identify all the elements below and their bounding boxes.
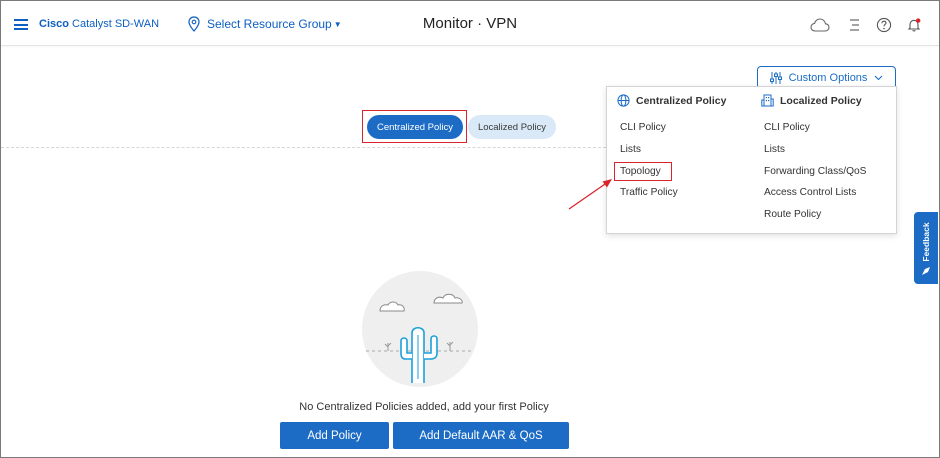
feedback-tab[interactable]: Feedback bbox=[914, 212, 938, 284]
menu-item-traffic-policy[interactable]: Traffic Policy bbox=[620, 187, 678, 198]
topology-highlight bbox=[614, 162, 672, 181]
annotation-arrow bbox=[568, 179, 612, 210]
help-icon[interactable] bbox=[874, 15, 894, 35]
add-policy-button[interactable]: Add Policy bbox=[280, 422, 389, 449]
list-icon[interactable] bbox=[844, 15, 864, 35]
globe-icon bbox=[617, 94, 630, 107]
localized-policy-heading: Localized Policy bbox=[761, 94, 862, 107]
menu-item-localized-lists[interactable]: Lists bbox=[764, 144, 785, 155]
page-title: Monitor · VPN bbox=[422, 15, 518, 32]
menu-item-centralized-cli-policy[interactable]: CLI Policy bbox=[620, 122, 666, 133]
settings-sliders-icon bbox=[769, 71, 782, 84]
menu-item-localized-cli-policy[interactable]: CLI Policy bbox=[764, 122, 810, 133]
building-icon bbox=[761, 94, 774, 107]
localized-policy-tab[interactable]: Localized Policy bbox=[468, 115, 556, 139]
localized-heading-label: Localized Policy bbox=[780, 94, 862, 107]
centralized-heading-label: Centralized Policy bbox=[636, 94, 727, 107]
centralized-policy-heading: Centralized Policy bbox=[617, 94, 726, 107]
centralized-policy-tab[interactable]: Centralized Policy bbox=[367, 115, 463, 139]
cloud-icon[interactable] bbox=[810, 15, 830, 35]
menu-item-forwarding-class-qos[interactable]: Forwarding Class/QoS bbox=[764, 166, 866, 177]
menu-item-route-policy[interactable]: Route Policy bbox=[764, 209, 821, 220]
custom-options-menu: Centralized Policy Localized Policy CLI … bbox=[606, 86, 897, 234]
empty-state-message: No Centralized Policies added, add your … bbox=[299, 401, 549, 413]
megaphone-icon bbox=[922, 267, 930, 275]
menu-item-centralized-lists[interactable]: Lists bbox=[620, 144, 641, 155]
add-default-aar-qos-button[interactable]: Add Default AAR & QoS bbox=[393, 422, 569, 449]
cactus-illustration bbox=[362, 271, 478, 387]
top-header: Cisco Catalyst SD-WAN Select Resource Gr… bbox=[1, 1, 939, 46]
divider bbox=[1, 147, 611, 148]
chevron-down-icon bbox=[875, 75, 883, 80]
custom-options-label: Custom Options bbox=[788, 71, 868, 84]
menu-item-access-control-lists[interactable]: Access Control Lists bbox=[764, 187, 856, 198]
bell-icon[interactable] bbox=[904, 15, 924, 35]
feedback-label: Feedback bbox=[921, 222, 931, 262]
